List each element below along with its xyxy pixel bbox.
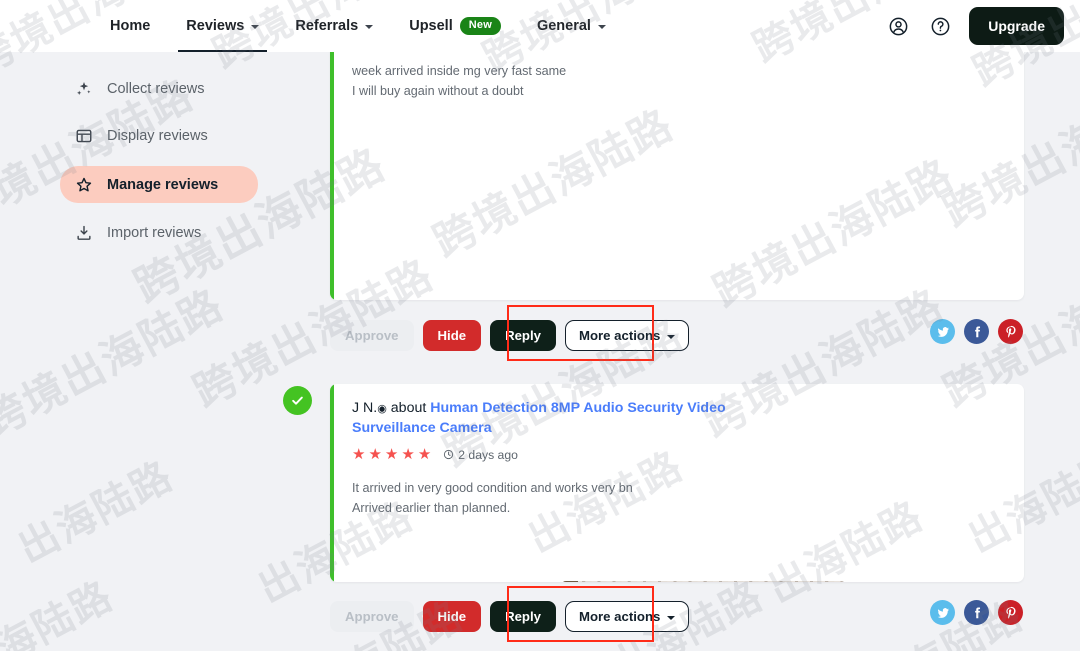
sidebar-item-manage-reviews[interactable]: Manage reviews (60, 166, 258, 203)
nav-label: Home (110, 18, 151, 34)
review-timestamp: 2 days ago (443, 448, 518, 462)
nav-item-referrals[interactable]: Referrals (277, 0, 391, 52)
twitter-share-icon[interactable] (930, 319, 955, 344)
twitter-share-icon[interactable] (930, 600, 955, 625)
sidebar-item-import-reviews[interactable]: Import reviews (60, 216, 258, 250)
verified-dot-icon: ◉ (377, 403, 387, 415)
nav-items: Home Reviews Referrals Upsell New Genera… (92, 0, 624, 52)
sidebar-item-label: Manage reviews (107, 176, 219, 193)
reply-button[interactable]: Reply (490, 320, 556, 352)
new-badge: New (459, 17, 501, 35)
more-actions-button[interactable]: More actions (565, 320, 690, 352)
window-layout-icon (74, 127, 93, 146)
reviews-list: week arrived inside mg very fast same I … (281, 0, 1080, 651)
facebook-share-icon[interactable] (964, 600, 989, 625)
star-filled-icon: ★ (384, 446, 399, 464)
star-filled-icon: ★ (352, 446, 366, 464)
review-body-text: week arrived inside mg very fast same I … (352, 64, 567, 98)
star-outline-icon (74, 175, 93, 194)
chevron-down-icon (597, 25, 606, 29)
time-ago-label: 2 days ago (458, 447, 518, 462)
nav-item-general[interactable]: General (519, 0, 624, 52)
about-label: about (390, 400, 427, 416)
review-card: J N.◉ about Human Detection 8MP Audio Se… (330, 384, 1024, 582)
reply-button[interactable]: Reply (490, 601, 556, 633)
sidebar-item-display-reviews[interactable]: Display reviews (60, 119, 258, 153)
star-filled-icon: ★ (401, 446, 415, 464)
review-body-text: It arrived in very good condition and wo… (352, 481, 633, 515)
caret-down-icon (667, 615, 676, 620)
nav-label: Reviews (186, 18, 245, 34)
sidebar-item-label: Display reviews (107, 128, 208, 144)
pinterest-share-icon[interactable] (998, 319, 1023, 344)
download-icon (74, 224, 93, 243)
review-photo[interactable] (561, 581, 846, 582)
hide-button[interactable]: Hide (422, 320, 482, 352)
approved-check-icon (283, 386, 312, 415)
upgrade-button[interactable]: Upgrade (969, 7, 1064, 45)
sidebar-item-label: Collect reviews (107, 81, 205, 97)
social-share-group (930, 600, 1023, 625)
nav-label: Referrals (295, 18, 359, 34)
nav-right-controls: Upgrade (885, 0, 1064, 52)
social-share-group (930, 319, 1023, 344)
facebook-share-icon[interactable] (964, 319, 989, 344)
account-circle-icon[interactable] (885, 13, 911, 39)
nav-item-upsell[interactable]: Upsell New (391, 0, 519, 52)
help-circle-icon[interactable] (927, 13, 953, 39)
review-action-bar: Approve Hide Reply More actions (330, 601, 690, 633)
sparkles-icon (74, 80, 93, 99)
review-header: J N.◉ about Human Detection 8MP Audio Se… (352, 398, 734, 438)
more-actions-label: More actions (579, 609, 661, 624)
review-author: J N. (352, 400, 378, 416)
rating-stars: ★ ★ ★ ★ ★ 2 days ago (352, 447, 1006, 462)
nav-item-reviews[interactable]: Reviews (168, 0, 277, 52)
approve-button[interactable]: Approve (330, 601, 414, 633)
nav-item-home[interactable]: Home (92, 0, 168, 52)
more-actions-label: More actions (579, 328, 661, 343)
chevron-down-icon (251, 25, 260, 29)
review-action-bar: Approve Hide Reply More actions (330, 320, 690, 352)
top-navigation-bar: Home Reviews Referrals Upsell New Genera… (0, 0, 1080, 52)
more-actions-button[interactable]: More actions (565, 601, 690, 633)
nav-label: General (536, 18, 591, 34)
sidebar-item-label: Import reviews (107, 225, 202, 241)
chevron-down-icon (365, 25, 374, 29)
sidebar: Collect reviews Display reviews Manage r… (0, 52, 300, 651)
star-filled-icon: ★ (417, 446, 432, 464)
star-filled-icon: ★ (368, 446, 382, 464)
sidebar-item-collect-reviews[interactable]: Collect reviews (60, 72, 258, 106)
pinterest-share-icon[interactable] (998, 600, 1023, 625)
nav-label: Upsell (409, 18, 453, 34)
approve-button[interactable]: Approve (330, 320, 414, 352)
caret-down-icon (667, 334, 676, 339)
hide-button[interactable]: Hide (422, 601, 482, 633)
